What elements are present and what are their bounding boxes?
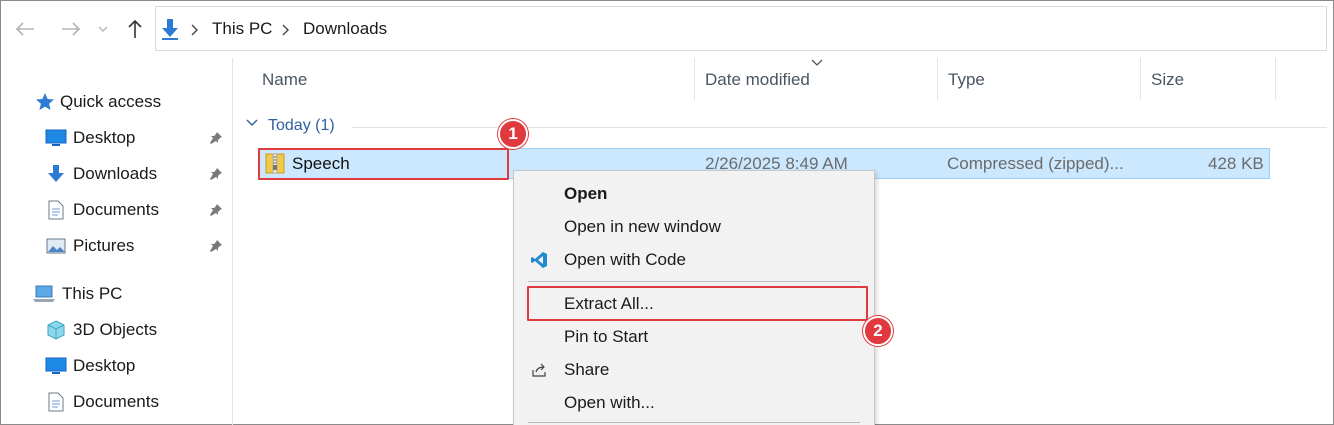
file-type: Compressed (zipped)... bbox=[947, 154, 1124, 173]
sidebar-item-documents-pc[interactable]: Documents bbox=[45, 388, 159, 416]
sidebar-item-label: Desktop bbox=[73, 356, 136, 375]
pin-icon[interactable] bbox=[207, 129, 225, 147]
download-icon bbox=[162, 19, 178, 40]
menu-item-pin-to-start[interactable]: Pin to Start bbox=[514, 320, 874, 353]
forward-arrow-icon bbox=[62, 22, 81, 36]
chevron-down-icon bbox=[98, 26, 108, 32]
sidebar-item-documents[interactable]: Documents bbox=[45, 196, 159, 224]
file-size: 428 KB bbox=[1208, 154, 1264, 173]
menu-item-open-with[interactable]: Open with... bbox=[514, 386, 874, 419]
up-arrow-icon bbox=[128, 19, 142, 38]
sidebar-item-label: 3D Objects bbox=[73, 320, 158, 339]
sidebar-item-desktop-pc[interactable]: Desktop bbox=[45, 352, 135, 380]
column-divider[interactable] bbox=[694, 58, 695, 100]
collapse-chevron-icon[interactable] bbox=[246, 119, 258, 127]
chevron-right-icon bbox=[282, 24, 289, 36]
column-divider[interactable] bbox=[937, 58, 938, 100]
menu-item-open-with-code[interactable]: Open with Code bbox=[514, 243, 874, 276]
column-header-date-modified[interactable]: Date modified bbox=[705, 70, 810, 90]
sidebar-item-desktop[interactable]: Desktop bbox=[45, 124, 135, 152]
sidebar-item-label: Quick access bbox=[60, 92, 162, 111]
breadcrumb-this-pc[interactable]: This PC bbox=[212, 19, 272, 39]
vscode-icon bbox=[530, 251, 548, 269]
pictures-icon bbox=[45, 235, 67, 257]
sidebar-item-3d-objects[interactable]: 3D Objects bbox=[45, 316, 157, 344]
highlight-box-file bbox=[258, 148, 509, 180]
sidebar-item-downloads[interactable]: Downloads bbox=[45, 160, 157, 188]
menu-item-label: Open bbox=[564, 184, 608, 203]
address-bar[interactable]: This PC Downloads bbox=[155, 6, 1327, 51]
up-button[interactable] bbox=[124, 14, 146, 44]
forward-button[interactable] bbox=[58, 14, 84, 44]
pin-icon[interactable] bbox=[207, 237, 225, 255]
sidebar-item-pictures[interactable]: Pictures bbox=[45, 232, 134, 260]
menu-item-label: Pin to Start bbox=[564, 327, 649, 346]
column-header-name[interactable]: Name bbox=[262, 70, 307, 90]
menu-item-share[interactable]: Share bbox=[514, 353, 874, 386]
step-badge-2: 2 bbox=[863, 316, 893, 346]
sidebar-item-label: Desktop bbox=[73, 128, 136, 147]
column-header-size[interactable]: Size bbox=[1151, 70, 1184, 90]
highlight-box-extract-all bbox=[527, 286, 868, 321]
sidebar-item-label: Documents bbox=[73, 200, 159, 219]
breadcrumb-downloads[interactable]: Downloads bbox=[303, 19, 387, 39]
sidebar-item-quick-access[interactable]: Quick access bbox=[34, 88, 161, 116]
menu-item-label: Open with... bbox=[564, 393, 655, 412]
recent-locations-button[interactable] bbox=[96, 14, 110, 44]
sidebar-item-label: Documents bbox=[73, 392, 159, 411]
menu-item-open[interactable]: Open bbox=[514, 177, 874, 210]
download-icon bbox=[45, 163, 67, 185]
column-divider[interactable] bbox=[1140, 58, 1141, 100]
sidebar-divider bbox=[232, 58, 233, 425]
pin-icon[interactable] bbox=[207, 165, 225, 183]
pin-icon[interactable] bbox=[207, 201, 225, 219]
document-icon bbox=[45, 199, 67, 221]
sort-chevron-icon bbox=[811, 59, 823, 66]
step-badge-1: 1 bbox=[498, 119, 528, 149]
cube-icon bbox=[45, 319, 67, 341]
star-icon bbox=[34, 91, 56, 113]
document-icon bbox=[45, 391, 67, 413]
menu-separator bbox=[528, 422, 860, 423]
menu-item-label: Open in new window bbox=[564, 217, 721, 236]
desktop-icon bbox=[45, 127, 67, 149]
menu-item-open-new-window[interactable]: Open in new window bbox=[514, 210, 874, 243]
desktop-icon bbox=[45, 355, 67, 377]
sidebar-item-this-pc[interactable]: This PC bbox=[32, 280, 122, 308]
computer-icon bbox=[32, 283, 56, 305]
chevron-right-icon bbox=[191, 24, 198, 36]
menu-separator bbox=[528, 281, 860, 282]
sidebar-item-label: Downloads bbox=[73, 164, 158, 183]
menu-item-label: Share bbox=[564, 360, 610, 379]
sidebar-item-label: Pictures bbox=[73, 236, 135, 255]
menu-item-label: Open with Code bbox=[564, 250, 686, 269]
back-button[interactable] bbox=[12, 14, 38, 44]
column-header-type[interactable]: Type bbox=[948, 70, 985, 90]
group-header[interactable]: Today (1) bbox=[268, 117, 335, 135]
share-icon bbox=[530, 361, 548, 379]
back-arrow-icon bbox=[15, 22, 34, 36]
sidebar-item-label: This PC bbox=[62, 284, 123, 303]
column-divider[interactable] bbox=[1275, 58, 1276, 100]
